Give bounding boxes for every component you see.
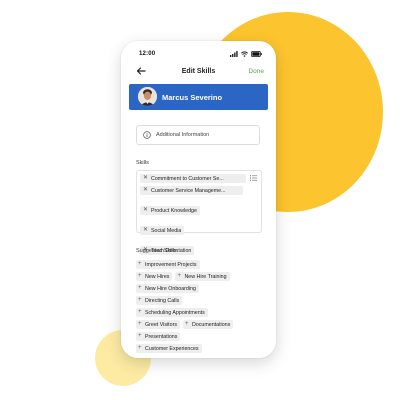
plus-icon: + [185,321,189,327]
skill-chip[interactable]: ✕ Commitment to Customer Se... [140,174,246,183]
suggested-skill-label: New Hire Onboarding [145,285,196,292]
suggested-skill-label: Directing Calls [145,297,180,304]
battery-icon [251,50,262,57]
suggested-skills-list: + Improvement Projects + New Hires + New Hi… [136,260,271,356]
additional-info-button[interactable]: Additional Information [136,125,260,145]
avatar-portrait-icon [138,87,157,106]
status-bar: 12:00 [121,41,276,63]
skill-chip-label: Social Media [151,227,182,234]
plus-icon: + [138,321,142,327]
suggested-skill-chip[interactable]: + Documentations [183,320,234,329]
profile-header: Marcus Severino [129,84,268,110]
remove-icon[interactable]: ✕ [143,174,151,183]
skills-box: ✕ Commitment to Customer Se... ✕ Custome… [136,170,262,255]
status-time: 12:00 [139,51,156,57]
remove-icon[interactable]: ✕ [143,226,151,235]
suggested-skill-chip[interactable]: + Scheduling Appointments [136,308,208,317]
skill-chip-label: Customer Service Manageme... [151,187,226,194]
nav-bar: Edit Skills Done [121,63,276,81]
plus-icon: + [177,273,181,279]
additional-info-label: Additional Information [156,132,210,138]
suggested-skill-label: Improvement Projects [145,261,197,268]
skill-chip-label: Product Knowledge [151,207,197,214]
skills-section-label: Skills [136,160,149,166]
phone-frame: 12:00 Edit Skills Done Marcus Severino A… [121,41,276,358]
list-icon[interactable] [250,175,257,181]
skill-chip[interactable]: ✕ Social Media [140,226,185,235]
suggested-skill-label: New Hire Training [184,273,227,280]
skill-chip-label: Commitment to Customer Se... [151,175,224,182]
signal-icon [230,50,238,57]
avatar[interactable] [138,87,157,106]
plus-icon: + [138,285,142,291]
wifi-icon [241,50,248,57]
plus-icon: + [138,333,142,339]
suggested-section-label: Suggested Skills [136,248,177,254]
suggested-skill-chip[interactable]: + Presentations [136,332,181,341]
suggested-skill-label: Documentations [192,321,231,328]
suggested-skill-label: Greet Visitors [145,321,177,328]
skill-chip[interactable]: ✕ Product Knowledge [140,206,200,215]
suggested-skill-chip[interactable]: + New Hire Onboarding [136,284,199,293]
plus-icon: + [138,273,142,279]
suggested-skill-chip[interactable]: + Directing Calls [136,296,183,305]
status-icons [230,50,262,57]
done-button[interactable]: Done [248,68,264,75]
profile-name: Marcus Severino [162,93,223,102]
suggested-skill-chip[interactable]: + Improvement Projects [136,260,200,269]
skills-list: ✕ Commitment to Customer Se... ✕ Custome… [140,174,248,258]
suggested-skill-label: Customer Experiences [145,345,199,352]
suggested-skill-chip[interactable]: + New Hires [136,272,173,281]
remove-icon[interactable]: ✕ [143,186,151,195]
suggested-skill-label: Presentations [145,333,178,340]
suggested-skill-chip[interactable]: + Customer Experiences [136,344,202,353]
info-icon [143,131,151,139]
plus-icon: + [138,297,142,303]
suggested-skill-chip[interactable]: + New Hire Training [175,272,230,281]
plus-icon: + [138,345,142,351]
suggested-skill-label: New Hires [145,273,170,280]
suggested-skill-label: Scheduling Appointments [145,309,205,316]
plus-icon: + [138,309,142,315]
skill-chip[interactable]: ✕ Customer Service Manageme... [140,186,243,195]
remove-icon[interactable]: ✕ [143,206,151,215]
suggested-skill-chip[interactable]: + Greet Visitors [136,320,180,329]
plus-icon: + [138,261,142,267]
